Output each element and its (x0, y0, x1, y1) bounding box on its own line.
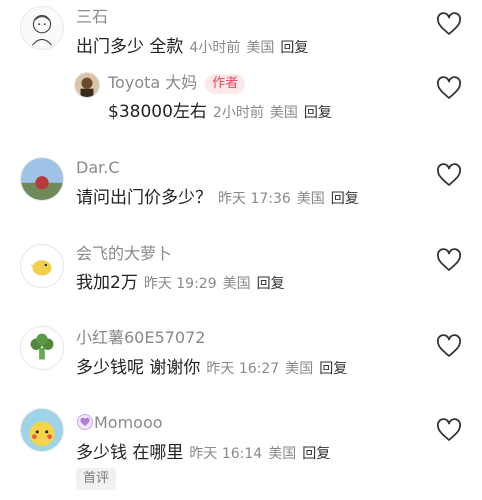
comment-location: 美国 (222, 276, 251, 292)
comment-body: 出门多少 全款 4小时前 美国 回复 (76, 35, 308, 60)
heart-outline-icon (437, 418, 461, 441)
like-button[interactable] (436, 12, 462, 36)
comment-body: 多少钱 在哪里 昨天 16:14 美国 回复 (76, 441, 330, 466)
comment-time: 2小时前 (212, 105, 264, 121)
avatar[interactable] (20, 6, 64, 50)
heart-outline-icon (437, 76, 461, 99)
reply-link[interactable]: 回复 (280, 40, 308, 56)
sketch-avatar-icon (32, 15, 52, 46)
comment-text: 多少钱 在哪里 (76, 443, 184, 463)
broccoli-avatar-icon (30, 333, 54, 360)
comment-text: 我加2万 (76, 273, 138, 293)
avatar[interactable] (20, 244, 64, 288)
like-button[interactable] (436, 334, 462, 358)
like-button[interactable] (436, 248, 462, 272)
avatar[interactable] (20, 157, 64, 201)
author-name[interactable]: Toyota 大妈 (108, 73, 197, 92)
author-avatar-icon (75, 73, 99, 97)
username[interactable]: 会飞的大萝卜 (76, 244, 172, 264)
comment-location: 美国 (269, 105, 298, 121)
comment-text: $38000左右 (108, 102, 207, 122)
heart-small-icon (76, 414, 94, 430)
username: Toyota 大妈 作者 (108, 73, 246, 94)
avatar[interactable] (20, 326, 64, 370)
heart-outline-icon (437, 12, 461, 35)
comment-body: 我加2万 昨天 19:29 美国 回复 (76, 271, 285, 296)
comment-location: 美国 (246, 40, 275, 56)
comment-time: 昨天 16:27 (206, 361, 280, 377)
first-comment-badge: 首评 (76, 468, 117, 490)
pikachu-avatar-icon (21, 409, 63, 451)
like-button[interactable] (436, 418, 462, 442)
username[interactable]: 小红薯60E57072 (76, 328, 205, 348)
reply-link[interactable]: 回复 (304, 105, 332, 121)
comment-time: 4小时前 (189, 40, 241, 56)
author-badge: 作者 (205, 73, 246, 94)
username: Momooo (76, 413, 163, 433)
comment-text: 多少钱呢 谢谢你 (76, 358, 201, 378)
comment-text: 出门多少 全款 (76, 37, 184, 57)
heart-outline-icon (437, 163, 461, 186)
heart-outline-icon (437, 248, 461, 271)
comment-location: 美国 (296, 191, 325, 207)
comment-text: 请问出门价多少？ (76, 188, 212, 208)
comment-body: $38000左右 2小时前 美国 回复 (108, 100, 332, 125)
comment-time: 昨天 19:29 (143, 276, 217, 292)
comment-location: 美国 (268, 446, 297, 462)
avatar[interactable] (20, 408, 64, 452)
comment-location: 美国 (285, 361, 314, 377)
comment-body: 请问出门价多少？ 昨天 17:36 美国 回复 (76, 186, 359, 211)
commenter-name[interactable]: Momooo (94, 413, 163, 432)
comment-body: 多少钱呢 谢谢你 昨天 16:27 美国 回复 (76, 356, 347, 381)
comment-time: 昨天 16:14 (189, 446, 263, 462)
like-button[interactable] (436, 76, 462, 100)
like-button[interactable] (436, 163, 462, 187)
photo-avatar-icon (21, 158, 63, 200)
heart-outline-icon (437, 334, 461, 357)
reply-link[interactable]: 回复 (302, 446, 330, 462)
username[interactable]: Dar.C (76, 158, 120, 178)
reply-link[interactable]: 回复 (319, 361, 347, 377)
reply-link[interactable]: 回复 (331, 191, 359, 207)
bird-avatar-icon (30, 260, 52, 276)
avatar[interactable] (74, 72, 100, 98)
comment-time: 昨天 17:36 (218, 191, 291, 207)
reply-link[interactable]: 回复 (257, 276, 285, 292)
username[interactable]: 三石 (76, 7, 108, 27)
